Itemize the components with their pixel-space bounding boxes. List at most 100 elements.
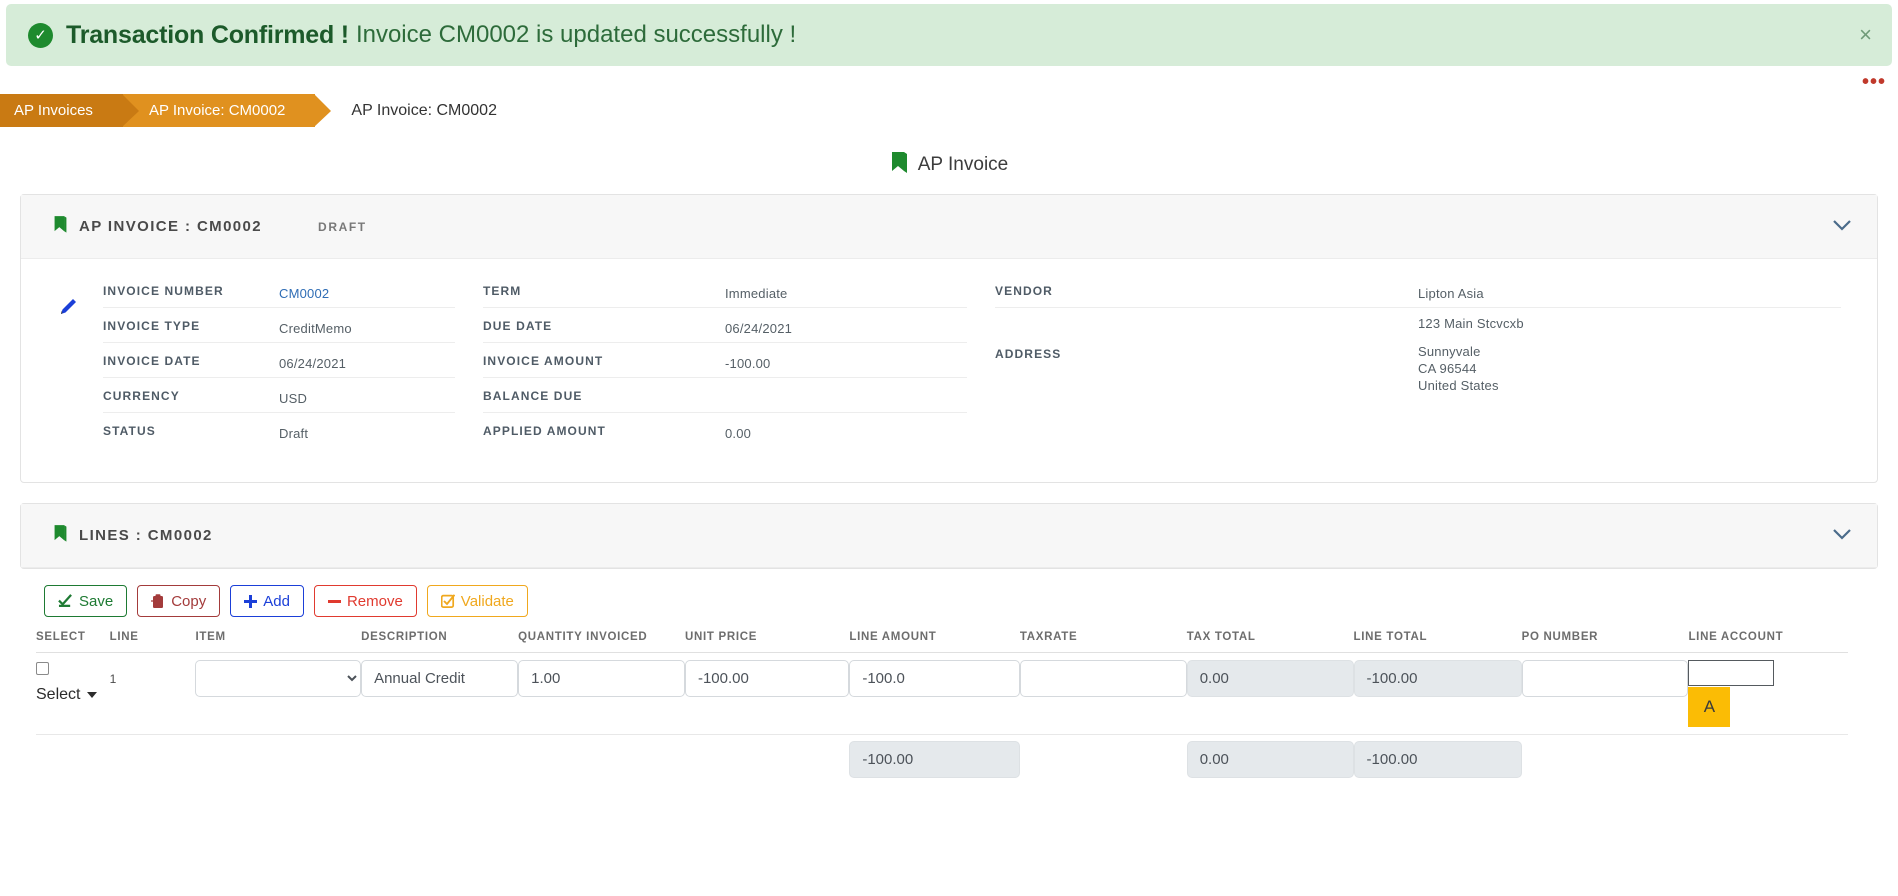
status-badge: DRAFT (318, 219, 367, 234)
chevron-down-icon[interactable] (1833, 527, 1851, 545)
address-country: United States (1418, 378, 1499, 393)
chevron-down-icon (87, 692, 98, 698)
lines-card-header[interactable]: LINES : CM0002 (21, 504, 1877, 568)
lines-toolbar: Save Copy Add Remove Validate (0, 569, 1898, 627)
taxrate-input[interactable] (1019, 660, 1187, 697)
alert-message: Invoice CM0002 is updated successfully ! (355, 21, 797, 48)
invoice-field-column-2: TERM Immediate DUE DATE 06/24/2021 INVOI… (483, 273, 995, 448)
unit-price-input[interactable] (684, 660, 850, 697)
field-value[interactable]: CM0002 (279, 283, 455, 301)
field-status: STATUS Draft (103, 413, 455, 448)
lines-table-wrapper: SELECT LINE ITEM DESCRIPTION QUANTITY IN… (0, 627, 1898, 785)
cell-line: 1 (110, 653, 196, 735)
cell-select: Select (36, 653, 110, 735)
field-value: 06/24/2021 (725, 321, 793, 336)
field-currency: CURRENCY USD (103, 378, 455, 413)
lines-table-header-row: SELECT LINE ITEM DESCRIPTION QUANTITY IN… (36, 627, 1848, 653)
col-item: ITEM (195, 627, 362, 653)
total-line-amount-input (849, 741, 1020, 778)
field-invoice-amount: INVOICE AMOUNT -100.00 (483, 343, 967, 378)
breadcrumb-item-ap-invoice-cm0002[interactable]: AP Invoice: CM0002 (122, 94, 332, 127)
cell-empty (361, 734, 519, 785)
validate-label: Validate (460, 592, 514, 610)
transaction-confirmed-banner: ✓ Transaction Confirmed ! Invoice CM0002… (6, 4, 1892, 66)
line-amount-input[interactable] (849, 660, 1020, 697)
total-tax-total-input (1186, 741, 1354, 778)
copy-icon (151, 593, 165, 609)
cell-empty (1019, 734, 1187, 785)
ap-invoice-card-header[interactable]: AP INVOICE : CM0002 DRAFT (21, 195, 1877, 259)
cell-empty (1688, 734, 1848, 785)
save-button[interactable]: Save (44, 585, 128, 617)
add-button[interactable]: Add (230, 585, 304, 617)
field-label: ADDRESS (995, 346, 1062, 361)
col-po-number: PO NUMBER (1521, 627, 1689, 653)
edit-invoice-button[interactable] (21, 273, 103, 448)
field-label: DUE DATE (483, 319, 553, 333)
cell-empty (518, 734, 685, 785)
ap-invoice-card-title: AP INVOICE : CM0002 (79, 218, 263, 235)
field-label: CURRENCY (103, 389, 180, 403)
field-label: INVOICE DATE (103, 354, 201, 368)
cell-po-number (1521, 653, 1689, 735)
validate-button[interactable]: Validate (426, 585, 528, 617)
lines-card: LINES : CM0002 (20, 503, 1878, 569)
remove-label: Remove (346, 592, 403, 610)
cell-quantity-invoiced (518, 653, 685, 735)
field-value: USD (279, 391, 308, 406)
plus-icon (244, 594, 258, 608)
ap-invoice-card: AP INVOICE : CM0002 DRAFT INVOICE NUMBER… (20, 194, 1878, 483)
field-balance-due: BALANCE DUE (483, 378, 967, 413)
field-vendor: VENDOR Lipton Asia (995, 273, 1841, 308)
row-select-dropdown[interactable]: Select (36, 678, 98, 704)
cell-empty (109, 734, 196, 785)
check-circle-icon: ✓ (28, 22, 53, 48)
cell-empty (36, 734, 110, 785)
invoice-field-column-3: VENDOR Lipton Asia ADDRESS 123 Main Stcv… (995, 273, 1877, 448)
validate-check-icon (440, 594, 455, 608)
chevron-down-icon[interactable] (1833, 218, 1851, 236)
cell-total-tax-total (1186, 734, 1354, 785)
bookmark-icon (53, 524, 68, 547)
description-input[interactable] (361, 660, 519, 697)
po-number-input[interactable] (1521, 660, 1689, 697)
cell-unit-price (684, 653, 850, 735)
field-value: 0.00 (725, 426, 752, 441)
line-account-input[interactable] (1688, 660, 1775, 686)
total-line-total-input (1353, 741, 1522, 778)
save-icon (58, 594, 73, 608)
field-label: VENDOR (995, 284, 1053, 298)
row-checkbox[interactable] (36, 662, 49, 676)
col-select: SELECT (36, 627, 110, 653)
line-account-suggestion[interactable]: A (1688, 687, 1731, 727)
field-value (725, 388, 967, 391)
field-label: APPLIED AMOUNT (483, 424, 606, 438)
cell-total-line-amount (849, 734, 1020, 785)
copy-button[interactable]: Copy (137, 585, 221, 617)
col-description: DESCRIPTION (361, 627, 519, 653)
bookmark-icon (53, 215, 68, 238)
field-label: TERM (483, 284, 522, 298)
quantity-invoiced-input[interactable] (518, 660, 685, 697)
more-options-icon[interactable]: ••• (1862, 72, 1886, 92)
remove-button[interactable]: Remove (313, 585, 417, 617)
field-invoice-date: INVOICE DATE 06/24/2021 (103, 343, 455, 378)
cell-empty (684, 734, 850, 785)
cell-item (195, 653, 362, 735)
item-select[interactable] (195, 660, 362, 697)
col-line: LINE (109, 627, 196, 653)
ap-invoice-fields: INVOICE NUMBER CM0002 INVOICE TYPE Credi… (21, 259, 1877, 482)
col-line-account: LINE ACCOUNT (1688, 627, 1848, 653)
breadcrumb-item-ap-invoices[interactable]: AP Invoices (0, 94, 139, 127)
cell-line-amount (849, 653, 1020, 735)
copy-label: Copy (171, 592, 207, 610)
breadcrumb: AP Invoices AP Invoice: CM0002 AP Invoic… (0, 94, 1898, 127)
cell-line-total (1353, 653, 1522, 735)
close-icon[interactable]: × (1859, 24, 1872, 46)
field-value: Draft (279, 426, 309, 441)
invoice-field-column-1: INVOICE NUMBER CM0002 INVOICE TYPE Credi… (103, 273, 483, 448)
field-due-date: DUE DATE 06/24/2021 (483, 308, 967, 343)
address-state-zip: CA 96544 (1418, 361, 1477, 376)
field-label: INVOICE AMOUNT (483, 354, 604, 368)
field-value: CreditMemo (279, 321, 352, 336)
